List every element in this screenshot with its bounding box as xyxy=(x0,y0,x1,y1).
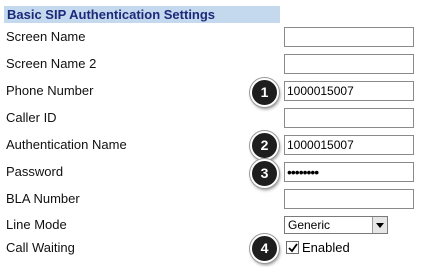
call-waiting-label: Call Waiting xyxy=(6,240,75,255)
callout-marker-3: 3 xyxy=(250,159,279,188)
caller-id-input[interactable] xyxy=(284,108,414,128)
section-header: Basic SIP Authentication Settings xyxy=(4,6,280,23)
screen-name-2-label: Screen Name 2 xyxy=(6,56,97,71)
checkmark-icon xyxy=(288,243,298,253)
phone-number-label: Phone Number xyxy=(6,83,94,98)
line-mode-label: Line Mode xyxy=(6,217,67,232)
password-label: Password xyxy=(6,164,64,179)
line-mode-select[interactable]: Generic xyxy=(284,216,388,234)
callout-marker-2: 2 xyxy=(250,131,279,160)
line-mode-value: Generic xyxy=(288,218,331,232)
bla-number-label: BLA Number xyxy=(6,191,80,206)
phone-number-input[interactable] xyxy=(284,81,414,101)
chevron-down-icon[interactable] xyxy=(372,217,387,233)
callout-marker-4: 4 xyxy=(250,234,279,263)
screen-name-label: Screen Name xyxy=(6,29,86,44)
call-waiting-checkbox[interactable] xyxy=(286,241,299,254)
authentication-name-input[interactable] xyxy=(284,135,414,155)
callout-marker-1: 1 xyxy=(250,78,279,107)
screen-name-2-input[interactable] xyxy=(284,54,414,74)
bla-number-input[interactable] xyxy=(284,189,414,209)
password-input[interactable] xyxy=(284,162,414,182)
screen-name-input[interactable] xyxy=(284,27,414,47)
caller-id-label: Caller ID xyxy=(6,110,57,125)
authentication-name-label: Authentication Name xyxy=(6,137,127,152)
call-waiting-enabled-label: Enabled xyxy=(302,240,350,255)
